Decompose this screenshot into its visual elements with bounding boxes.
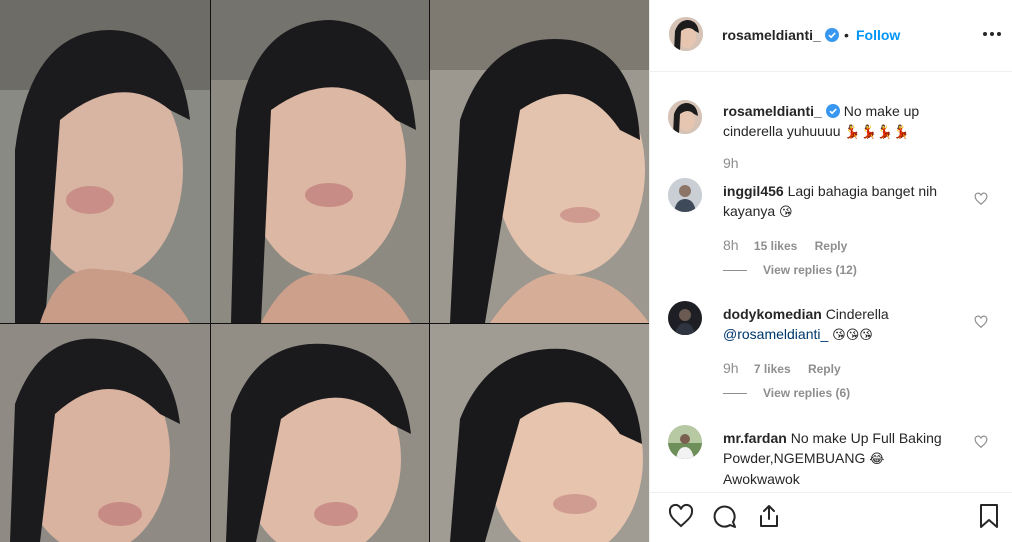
caption-username[interactable]: rosameldianti_ <box>723 103 822 119</box>
comment-likes[interactable]: 7 likes <box>754 362 791 376</box>
divider-line <box>723 270 747 272</box>
mention-link[interactable]: @rosameldianti_ <box>723 326 828 342</box>
commenter-username[interactable]: mr.fardan <box>723 430 787 446</box>
verified-badge-icon <box>824 28 839 42</box>
heart-icon[interactable] <box>668 503 694 529</box>
author-username[interactable]: rosameldianti_ <box>722 27 839 43</box>
action-bar <box>650 492 1012 542</box>
comment-like-icon[interactable] <box>974 192 988 206</box>
comment-likes[interactable]: 15 likes <box>754 239 797 253</box>
caption-time[interactable]: 9h <box>723 155 739 171</box>
comment-meta: 9h 7 likes Reply <box>723 360 841 376</box>
laughing-emoji: 😂 <box>869 451 885 466</box>
view-replies-button[interactable]: View replies (12) <box>723 263 857 277</box>
comment-text: inggil456 Lagi bahagia banget nih kayany… <box>723 183 938 219</box>
caption-text: rosameldianti_ No make up cinderella yuh… <box>723 103 920 139</box>
selfie-tile-4 <box>0 324 210 542</box>
commenter-avatar[interactable] <box>668 425 702 459</box>
comment-time[interactable]: 9h <box>723 360 739 376</box>
comment-time[interactable]: 8h <box>723 237 739 253</box>
comment-text: mr.fardan No make Up Full Baking Powder,… <box>723 430 942 487</box>
selfie-tile-3 <box>430 0 649 323</box>
reply-button[interactable]: Reply <box>808 362 841 376</box>
separator-dot: • <box>844 27 849 43</box>
post-photo[interactable] <box>0 0 649 542</box>
author-avatar[interactable] <box>669 17 703 51</box>
post-sidebar: rosameldianti_ • Follow rosameldianti_ N… <box>649 0 1012 542</box>
reply-button[interactable]: Reply <box>815 239 848 253</box>
comment-text: dodykomedian Cinderella @rosameldianti_ … <box>723 306 889 342</box>
comment-meta: 8h 15 likes Reply <box>723 237 847 253</box>
commenter-avatar[interactable] <box>668 301 702 335</box>
post-header: rosameldianti_ • Follow <box>650 0 1012 72</box>
comment-like-icon[interactable] <box>974 315 988 329</box>
commenter-username[interactable]: inggil456 <box>723 183 784 199</box>
comments-list[interactable]: rosameldianti_ No make up cinderella yuh… <box>650 72 1012 492</box>
divider-line <box>723 393 747 395</box>
author-avatar[interactable] <box>668 100 702 134</box>
kiss-emoji: 😘 <box>779 204 793 219</box>
dancer-emoji: 💃💃💃💃 <box>844 124 910 139</box>
selfie-tile-6 <box>430 324 649 542</box>
commenter-avatar[interactable] <box>668 178 702 212</box>
bookmark-icon[interactable] <box>976 503 1002 529</box>
view-replies-button[interactable]: View replies (6) <box>723 386 850 400</box>
selfie-tile-1 <box>0 0 210 323</box>
commenter-username[interactable]: dodykomedian <box>723 306 822 322</box>
selfie-tile-2 <box>211 0 429 323</box>
comment-like-icon[interactable] <box>974 435 988 449</box>
follow-button[interactable]: Follow <box>856 27 900 43</box>
caption-meta: 9h <box>723 155 751 171</box>
kiss-emoji: 😘😘😘 <box>832 327 873 342</box>
more-options-icon[interactable] <box>980 24 1004 44</box>
share-icon[interactable] <box>756 503 782 529</box>
comment-icon[interactable] <box>711 503 737 529</box>
selfie-tile-5 <box>211 324 429 542</box>
verified-badge-icon <box>825 104 840 118</box>
